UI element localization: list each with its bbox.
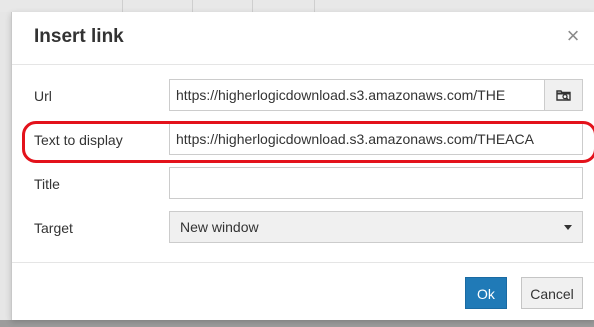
url-input[interactable]: https://higherlogicdownload.s3.amazonaws… bbox=[169, 79, 545, 111]
folder-search-icon bbox=[555, 90, 571, 101]
background-cell bbox=[192, 0, 253, 12]
background-cell bbox=[252, 0, 315, 12]
target-selected-value: New window bbox=[180, 219, 259, 235]
close-icon: × bbox=[566, 23, 580, 48]
text-to-display-row: Text to display https://higherlogicdownl… bbox=[12, 123, 594, 157]
insert-link-dialog: Insert link × Url https://higherlogicdow… bbox=[11, 12, 594, 320]
browse-button[interactable] bbox=[545, 79, 583, 111]
close-button[interactable]: × bbox=[561, 24, 585, 48]
dialog-footer: Ok Cancel bbox=[12, 262, 594, 321]
cancel-button[interactable]: Cancel bbox=[521, 277, 583, 309]
background-cell bbox=[122, 0, 193, 12]
title-label: Title bbox=[34, 176, 60, 192]
background-cell bbox=[0, 0, 123, 12]
dialog-title: Insert link bbox=[34, 26, 124, 47]
text-to-display-input[interactable]: https://higherlogicdownload.s3.amazonaws… bbox=[169, 123, 583, 155]
target-row: Target New window bbox=[12, 211, 594, 245]
dialog-header: Insert link × bbox=[12, 12, 594, 65]
url-row: Url https://higherlogicdownload.s3.amazo… bbox=[12, 79, 594, 113]
title-input[interactable] bbox=[169, 167, 583, 199]
title-row: Title bbox=[12, 167, 594, 201]
background-left-edge bbox=[0, 12, 11, 320]
text-to-display-label: Text to display bbox=[34, 132, 123, 148]
target-select[interactable]: New window bbox=[169, 211, 583, 243]
target-label: Target bbox=[34, 220, 73, 236]
chevron-down-icon bbox=[564, 225, 572, 230]
background-bottom-edge bbox=[0, 320, 594, 327]
ok-button[interactable]: Ok bbox=[465, 277, 507, 309]
url-label: Url bbox=[34, 88, 52, 104]
